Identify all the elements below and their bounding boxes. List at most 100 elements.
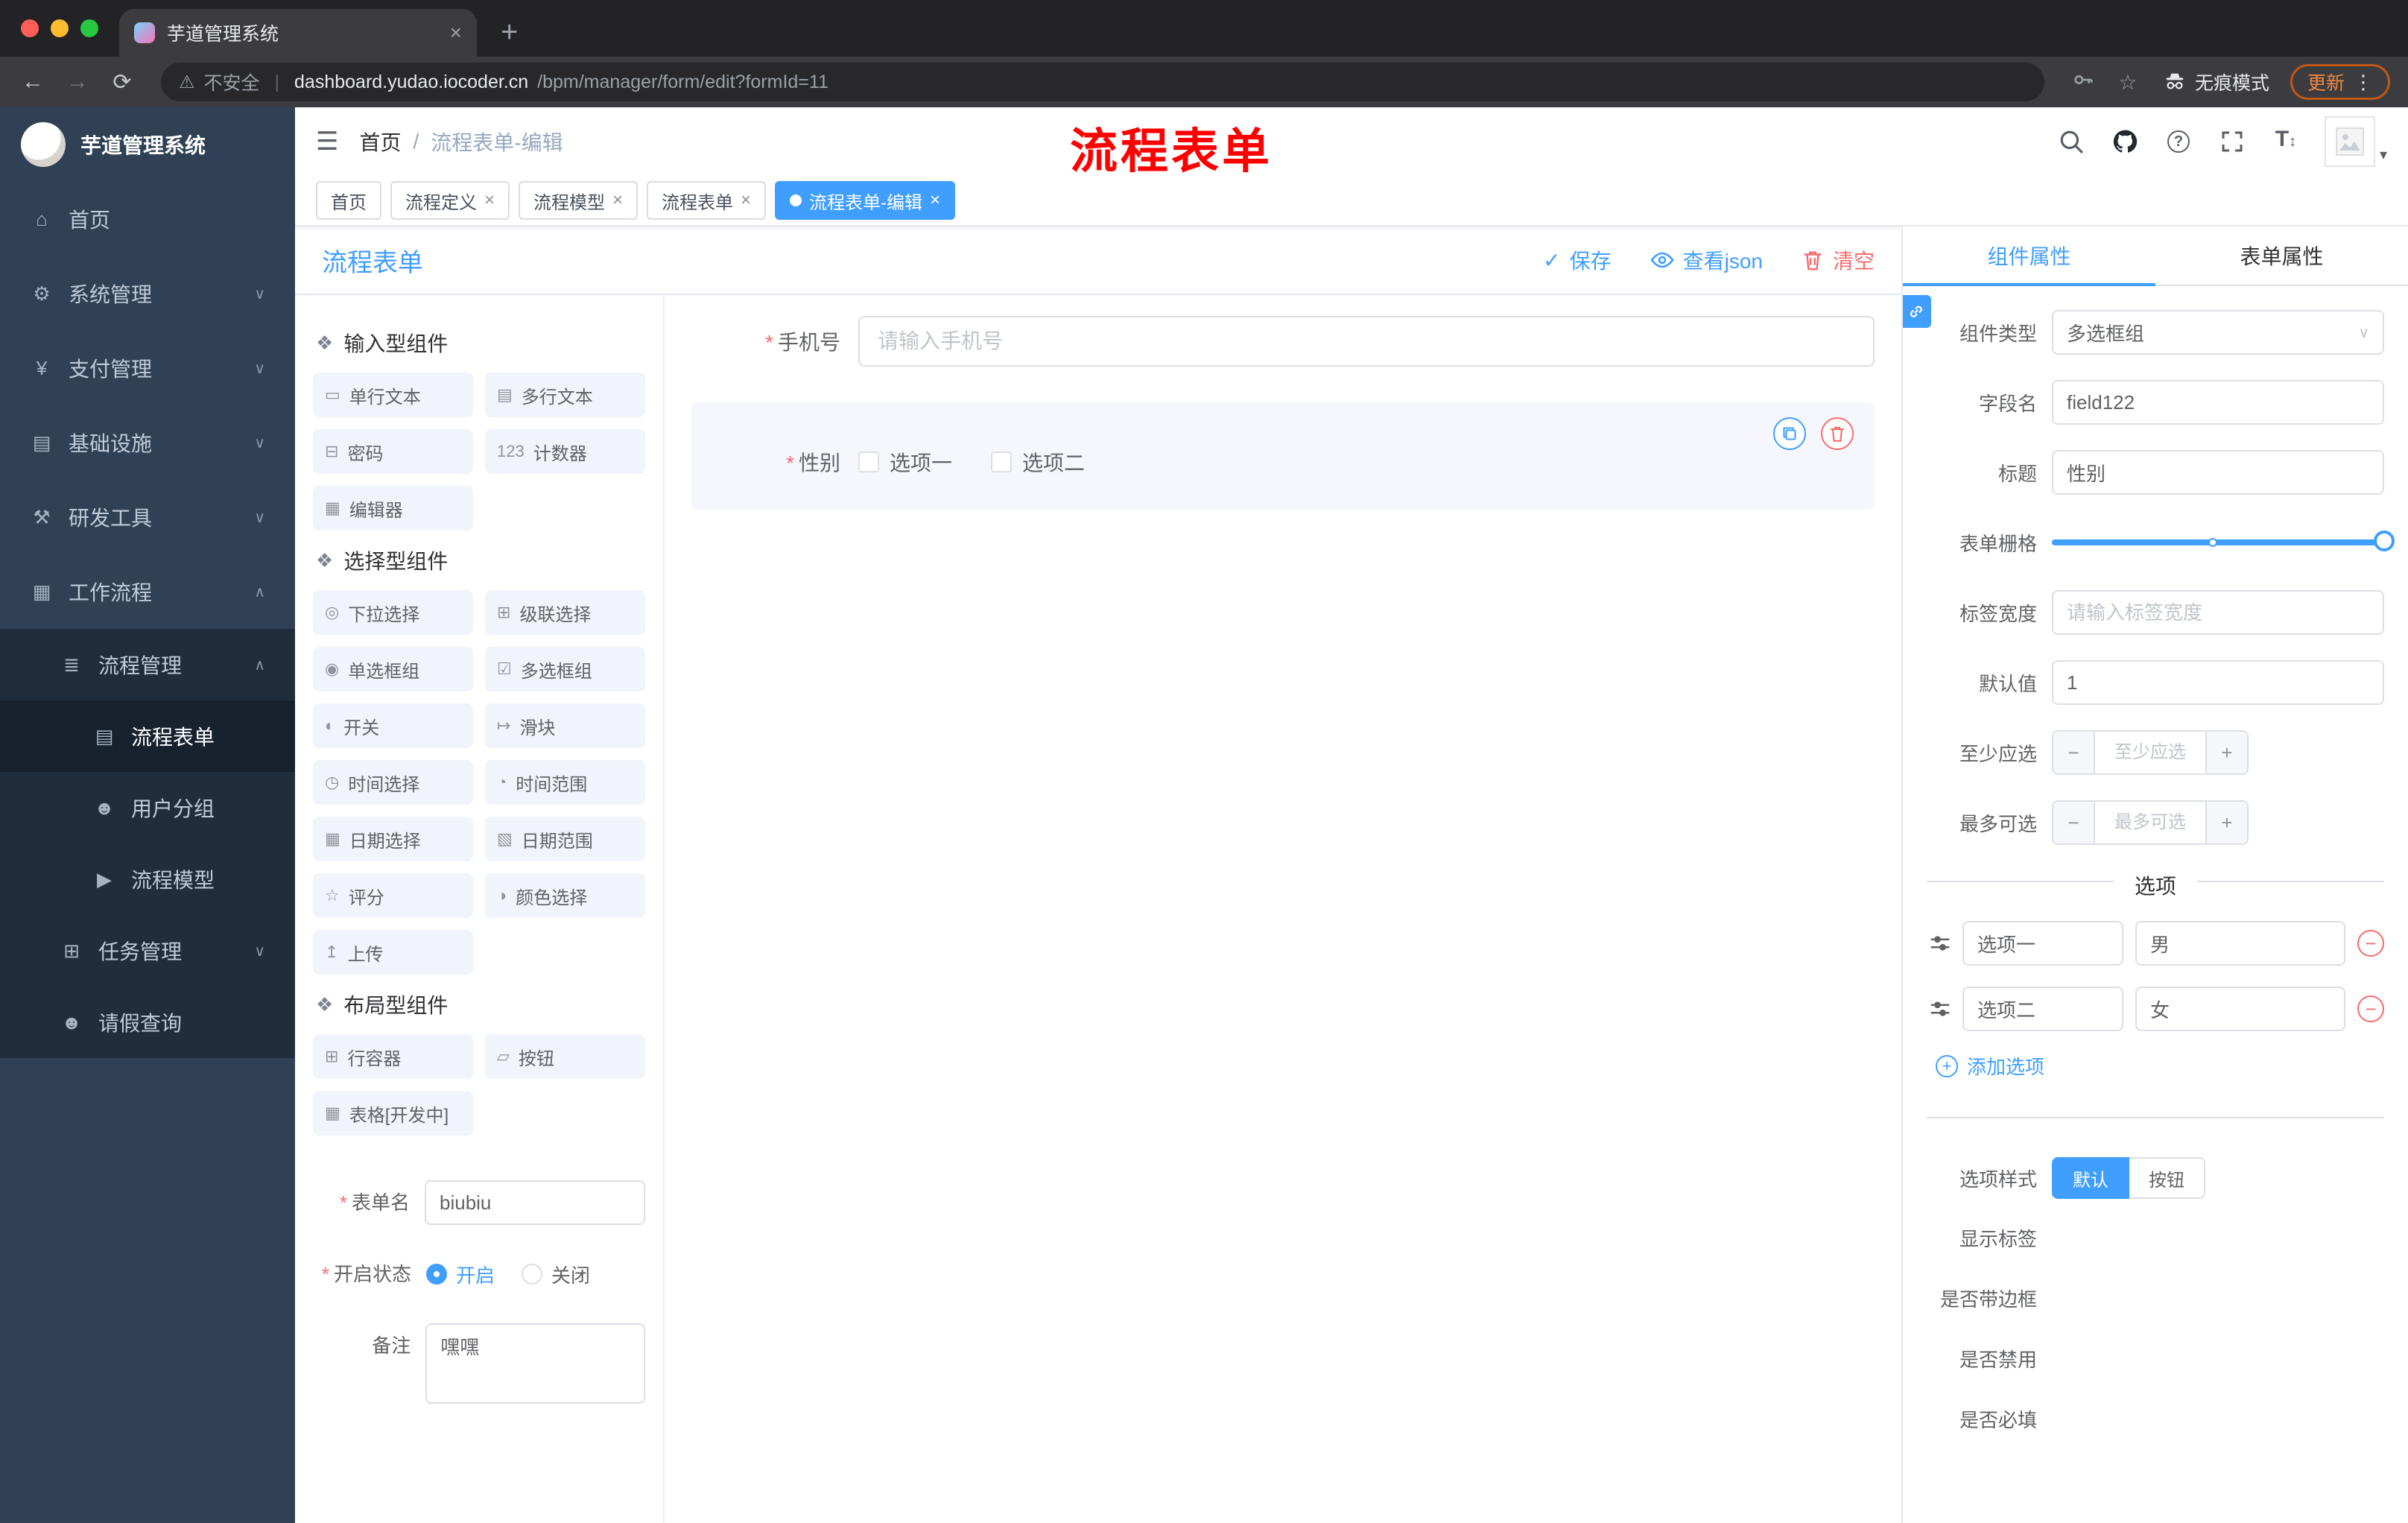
form-remark-input[interactable]: 嘿嘿 — [425, 1323, 645, 1404]
gender-option-1[interactable]: 选项一 — [858, 447, 952, 477]
browser-update-button[interactable]: 更新 ⋮ — [2290, 64, 2390, 100]
github-icon[interactable] — [2110, 127, 2140, 156]
option-value-input[interactable] — [2135, 987, 2345, 1031]
app-logo[interactable]: 芋道管理系统 — [0, 107, 295, 182]
sidebar-item-infra[interactable]: ▤ 基础设施 ∨ — [0, 405, 295, 480]
palette-item-slider[interactable]: ↦ 滑块 — [485, 703, 645, 748]
palette-item-password[interactable]: ⊟ 密码 — [313, 429, 473, 474]
tab-component-props[interactable]: 组件属性 — [1903, 227, 2155, 286]
option-label-input[interactable] — [1962, 987, 2123, 1031]
font-size-icon[interactable]: T ↕ — [2271, 127, 2301, 156]
security-label[interactable]: 不安全 — [204, 69, 260, 95]
tag-close-icon[interactable]: × — [484, 190, 495, 211]
palette-item-multi-text[interactable]: ▤ 多行文本 — [485, 373, 645, 417]
link-icon[interactable] — [1903, 295, 1931, 328]
copy-component-button[interactable] — [1773, 417, 1806, 450]
decrement-button[interactable]: − — [2053, 732, 2095, 773]
status-radio-off[interactable]: 关闭 — [522, 1261, 590, 1288]
min-select-input[interactable] — [2095, 732, 2205, 773]
palette-item-date-range[interactable]: ▧ 日期范围 — [485, 817, 645, 861]
gender-option-2[interactable]: 选项二 — [991, 447, 1085, 477]
user-avatar-menu[interactable]: ▾ — [2324, 116, 2387, 167]
tab-form-props[interactable]: 表单属性 — [2155, 227, 2408, 285]
palette-item-single-text[interactable]: ▭ 单行文本 — [313, 373, 473, 417]
reload-icon[interactable]: ⟳ — [107, 69, 137, 95]
increment-button[interactable]: + — [2205, 802, 2247, 843]
fullscreen-icon[interactable] — [2217, 127, 2247, 156]
tag-process-form-edit[interactable]: 流程表单-编辑 × — [775, 181, 956, 220]
help-icon[interactable]: ? — [2164, 127, 2193, 156]
grid-slider[interactable] — [2052, 520, 2395, 565]
new-tab-button[interactable]: + — [501, 16, 518, 49]
increment-button[interactable]: + — [2205, 732, 2247, 773]
phone-field-input[interactable] — [858, 316, 1875, 367]
palette-item-color-picker[interactable]: ◑ 颜色选择 — [485, 873, 645, 918]
sidebar-item-task-mgmt[interactable]: ⊞ 任务管理 ∨ — [0, 915, 295, 987]
search-icon[interactable] — [2056, 127, 2086, 156]
style-button-button[interactable]: 按钮 — [2129, 1157, 2205, 1199]
palette-item-row-container[interactable]: ⊞ 行容器 — [313, 1034, 473, 1079]
breadcrumb-home[interactable]: 首页 — [359, 127, 401, 156]
component-type-select[interactable]: 多选框组 ∨ — [2052, 310, 2384, 355]
sidebar-item-devtools[interactable]: ⚒ 研发工具 ∨ — [0, 480, 295, 554]
option-value-input[interactable] — [2135, 921, 2345, 966]
tag-close-icon[interactable]: × — [930, 190, 940, 211]
forward-icon[interactable]: → — [63, 69, 92, 95]
address-bar[interactable]: ⚠ 不安全 | dashboard.yudao.iocoder.cn /bpm/… — [161, 63, 2044, 101]
close-window-button[interactable] — [21, 19, 39, 37]
palette-item-radio-group[interactable]: ◉ 单选框组 — [313, 647, 473, 691]
form-name-input[interactable] — [425, 1180, 645, 1225]
decrement-button[interactable]: − — [2053, 802, 2095, 843]
tag-close-icon[interactable]: × — [741, 190, 751, 211]
tag-process-model[interactable]: 流程模型 × — [519, 181, 639, 220]
drag-handle-icon[interactable] — [1930, 998, 1951, 1019]
palette-item-counter[interactable]: 123 计数器 — [485, 429, 645, 474]
title-input[interactable] — [2052, 450, 2384, 495]
field-name-input[interactable] — [2052, 380, 2384, 425]
sidebar-item-process-model[interactable]: ▶ 流程模型 — [0, 843, 295, 915]
minimize-window-button[interactable] — [51, 19, 69, 37]
save-button[interactable]: ✓ 保存 — [1543, 245, 1611, 275]
palette-item-switch[interactable]: ◐ 开关 — [313, 703, 473, 748]
palette-item-editor[interactable]: ▦ 编辑器 — [313, 486, 473, 531]
sidebar-item-payment[interactable]: ¥ 支付管理 ∨ — [0, 331, 295, 405]
palette-item-time-range[interactable]: ◔ 时间范围 — [485, 760, 645, 805]
max-select-input[interactable] — [2095, 802, 2205, 843]
tag-process-form[interactable]: 流程表单 × — [647, 181, 767, 220]
sidebar-item-workflow[interactable]: ▦ 工作流程 ∧ — [0, 554, 295, 629]
browser-menu-icon[interactable]: ⋮ — [2354, 71, 2373, 94]
tag-home[interactable]: 首页 — [316, 181, 381, 220]
palette-item-date-picker[interactable]: ▦ 日期选择 — [313, 817, 473, 861]
drag-handle-icon[interactable] — [1930, 933, 1951, 954]
palette-item-upload[interactable]: ↥ 上传 — [313, 930, 473, 975]
sidebar-item-process-mgmt[interactable]: ≣ 流程管理 ∧ — [0, 629, 295, 700]
tag-close-icon[interactable]: × — [612, 190, 623, 211]
tab-close-icon[interactable]: × — [450, 21, 462, 45]
palette-item-checkbox-group[interactable]: ☑ 多选框组 — [485, 647, 645, 691]
sidebar-item-leave-query[interactable]: ☻ 请假查询 — [0, 987, 295, 1058]
palette-item-select[interactable]: ◎ 下拉选择 — [313, 590, 473, 635]
slider-handle[interactable] — [2374, 531, 2395, 551]
back-icon[interactable]: ← — [18, 69, 48, 95]
zoom-window-button[interactable] — [80, 19, 98, 37]
palette-item-button[interactable]: ▱ 按钮 — [485, 1034, 645, 1079]
remove-option-button[interactable]: − — [2357, 930, 2384, 957]
phone-field-row[interactable]: 手机号 — [691, 316, 1875, 367]
label-width-input[interactable] — [2052, 590, 2384, 635]
sidebar-item-process-form[interactable]: ▤ 流程表单 — [0, 700, 295, 772]
add-option-button[interactable]: + 添加选项 — [1936, 1052, 2384, 1080]
bookmark-star-icon[interactable]: ☆ — [2113, 70, 2143, 95]
palette-item-table[interactable]: ▦ 表格[开发中] — [313, 1091, 473, 1136]
option-label-input[interactable] — [1962, 921, 2123, 966]
sidebar-item-user-group[interactable]: ☻ 用户分组 — [0, 772, 295, 843]
selected-component-block[interactable]: 性别 选项一 选项二 — [691, 402, 1875, 510]
view-json-button[interactable]: 查看json — [1650, 245, 1763, 275]
clear-button[interactable]: 清空 — [1802, 245, 1875, 275]
sidebar-toggle-icon[interactable]: ☰ — [316, 127, 338, 156]
delete-component-button[interactable] — [1821, 417, 1854, 450]
remove-option-button[interactable]: − — [2357, 995, 2384, 1022]
password-key-icon[interactable] — [2068, 69, 2098, 96]
palette-item-cascader[interactable]: ⊞ 级联选择 — [485, 590, 645, 635]
default-value-input[interactable] — [2052, 660, 2384, 705]
tag-process-definition[interactable]: 流程定义 × — [390, 181, 510, 220]
